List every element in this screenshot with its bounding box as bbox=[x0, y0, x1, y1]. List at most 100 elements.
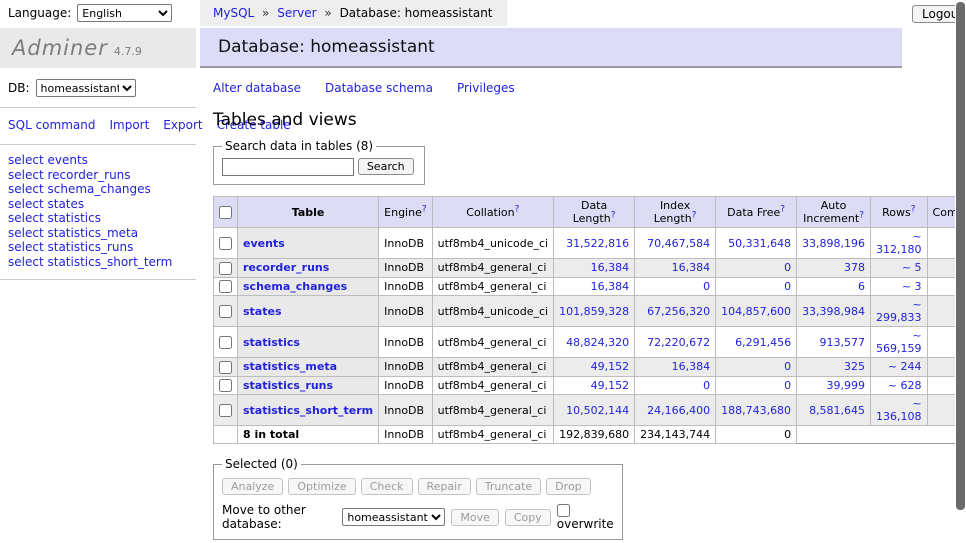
search-input[interactable] bbox=[222, 158, 354, 176]
select-link[interactable]: select bbox=[8, 211, 44, 225]
table-name-link[interactable]: states bbox=[243, 305, 282, 318]
select-link[interactable]: select bbox=[8, 182, 44, 196]
rows-count-link[interactable]: ~ 244 bbox=[888, 360, 922, 373]
row-checkbox[interactable] bbox=[219, 336, 232, 349]
drop-button[interactable]: Drop bbox=[546, 478, 590, 495]
privileges-link[interactable]: Privileges bbox=[457, 81, 515, 95]
help-link-icon[interactable]: ? bbox=[611, 210, 616, 220]
table-link-recorder-runs[interactable]: recorder_runs bbox=[47, 168, 130, 182]
move-button[interactable]: Move bbox=[451, 509, 499, 526]
alter-database-link[interactable]: Alter database bbox=[213, 81, 301, 95]
auto-increment-link[interactable]: 6 bbox=[858, 280, 865, 293]
table-name-link[interactable]: statistics_runs bbox=[243, 379, 333, 392]
help-link-icon[interactable]: ? bbox=[780, 204, 785, 214]
row-checkbox[interactable] bbox=[219, 379, 232, 392]
row-checkbox[interactable] bbox=[219, 262, 232, 275]
search-button[interactable]: Search bbox=[358, 158, 414, 175]
help-link-icon[interactable]: ? bbox=[422, 204, 427, 214]
data-free-link[interactable]: 6,291,456 bbox=[735, 336, 791, 349]
select-link[interactable]: select bbox=[8, 240, 44, 254]
auto-increment-link[interactable]: 378 bbox=[844, 261, 865, 274]
select-link[interactable]: select bbox=[8, 226, 44, 240]
auto-increment-link[interactable]: 39,999 bbox=[827, 379, 866, 392]
data-length-link[interactable]: 101,859,328 bbox=[559, 305, 629, 318]
rows-count-link[interactable]: ~ 136,108 bbox=[876, 397, 922, 423]
data-free-link[interactable]: 0 bbox=[784, 261, 791, 274]
breadcrumb-mysql-link[interactable]: MySQL bbox=[213, 6, 254, 20]
rows-count-link[interactable]: ~ 3 bbox=[902, 280, 922, 293]
overwrite-checkbox[interactable] bbox=[557, 504, 570, 517]
import-link[interactable]: Import bbox=[109, 118, 149, 132]
breadcrumb-server-link[interactable]: Server bbox=[277, 6, 316, 20]
table-link-statistics-runs[interactable]: statistics_runs bbox=[47, 240, 133, 254]
repair-button[interactable]: Repair bbox=[418, 478, 471, 495]
data-free-link[interactable]: 104,857,600 bbox=[721, 305, 791, 318]
index-length-link[interactable]: 16,384 bbox=[672, 261, 711, 274]
select-link[interactable]: select bbox=[8, 168, 44, 182]
data-length-link[interactable]: 16,384 bbox=[591, 280, 630, 293]
check-button[interactable]: Check bbox=[361, 478, 413, 495]
data-length-link[interactable]: 49,152 bbox=[591, 360, 630, 373]
row-checkbox[interactable] bbox=[219, 305, 232, 318]
select-all-checkbox[interactable] bbox=[219, 206, 232, 219]
table-name-link[interactable]: statistics_meta bbox=[243, 360, 337, 373]
table-name-link[interactable]: statistics_short_term bbox=[243, 404, 373, 417]
data-free-link[interactable]: 0 bbox=[784, 379, 791, 392]
index-length-link[interactable]: 67,256,320 bbox=[647, 305, 710, 318]
auto-increment-link[interactable]: 913,577 bbox=[820, 336, 866, 349]
data-free-link[interactable]: 188,743,680 bbox=[721, 404, 791, 417]
index-length-link[interactable]: 24,166,400 bbox=[647, 404, 710, 417]
truncate-button[interactable]: Truncate bbox=[476, 478, 541, 495]
row-checkbox[interactable] bbox=[219, 361, 232, 374]
rows-count-link[interactable]: ~ 312,180 bbox=[876, 230, 922, 256]
index-length-link[interactable]: 0 bbox=[703, 280, 710, 293]
database-schema-link[interactable]: Database schema bbox=[325, 81, 433, 95]
rows-count-link[interactable]: ~ 569,159 bbox=[876, 329, 922, 355]
help-link-icon[interactable]: ? bbox=[911, 204, 916, 214]
select-link[interactable]: select bbox=[8, 255, 44, 269]
db-select[interactable]: homeassistant bbox=[36, 79, 136, 97]
copy-button[interactable]: Copy bbox=[505, 509, 551, 526]
table-name-link[interactable]: recorder_runs bbox=[243, 261, 329, 274]
rows-count-link[interactable]: ~ 299,833 bbox=[876, 298, 922, 324]
table-link-statistics-meta[interactable]: statistics_meta bbox=[47, 226, 138, 240]
scrollbar-thumb[interactable] bbox=[956, 2, 965, 510]
row-checkbox[interactable] bbox=[219, 280, 232, 293]
auto-increment-link[interactable]: 8,581,645 bbox=[809, 404, 865, 417]
rows-count-link[interactable]: ~ 628 bbox=[888, 379, 922, 392]
help-link-icon[interactable]: ? bbox=[515, 204, 520, 214]
table-name-link[interactable]: statistics bbox=[243, 336, 300, 349]
table-link-schema-changes[interactable]: schema_changes bbox=[47, 182, 150, 196]
index-length-link[interactable]: 70,467,584 bbox=[647, 237, 710, 250]
language-select[interactable]: English bbox=[77, 4, 172, 22]
analyze-button[interactable]: Analyze bbox=[222, 478, 283, 495]
index-length-link[interactable]: 0 bbox=[703, 379, 710, 392]
data-length-link[interactable]: 31,522,816 bbox=[566, 237, 629, 250]
table-link-events[interactable]: events bbox=[47, 153, 87, 167]
auto-increment-link[interactable]: 325 bbox=[844, 360, 865, 373]
auto-increment-link[interactable]: 33,898,196 bbox=[802, 237, 865, 250]
index-length-link[interactable]: 16,384 bbox=[672, 360, 711, 373]
export-link[interactable]: Export bbox=[163, 118, 202, 132]
data-length-link[interactable]: 48,824,320 bbox=[566, 336, 629, 349]
row-checkbox[interactable] bbox=[219, 237, 232, 250]
help-link-icon[interactable]: ? bbox=[859, 210, 864, 220]
data-length-link[interactable]: 16,384 bbox=[591, 261, 630, 274]
index-length-link[interactable]: 72,220,672 bbox=[647, 336, 710, 349]
table-link-statistics-short-term[interactable]: statistics_short_term bbox=[47, 255, 172, 269]
data-free-link[interactable]: 50,331,648 bbox=[728, 237, 791, 250]
select-link[interactable]: select bbox=[8, 197, 44, 211]
table-name-link[interactable]: events bbox=[243, 237, 285, 250]
data-free-link[interactable]: 0 bbox=[784, 360, 791, 373]
help-link-icon[interactable]: ? bbox=[692, 210, 697, 220]
row-checkbox[interactable] bbox=[219, 404, 232, 417]
optimize-button[interactable]: Optimize bbox=[288, 478, 355, 495]
data-free-link[interactable]: 0 bbox=[784, 280, 791, 293]
select-link[interactable]: select bbox=[8, 153, 44, 167]
table-name-link[interactable]: schema_changes bbox=[243, 280, 347, 293]
rows-count-link[interactable]: ~ 5 bbox=[902, 261, 922, 274]
table-link-states[interactable]: states bbox=[47, 197, 84, 211]
data-length-link[interactable]: 49,152 bbox=[591, 379, 630, 392]
auto-increment-link[interactable]: 33,398,984 bbox=[802, 305, 865, 318]
data-length-link[interactable]: 10,502,144 bbox=[566, 404, 629, 417]
